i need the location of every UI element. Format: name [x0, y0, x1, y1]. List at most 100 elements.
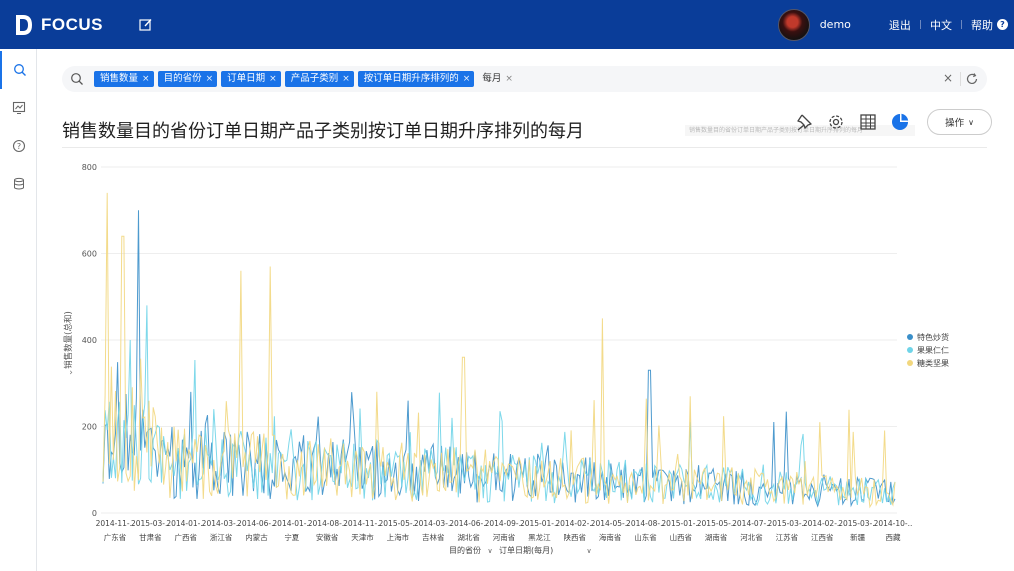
chevron-down-icon: ∨ — [586, 547, 591, 555]
svg-text:?: ? — [16, 142, 20, 151]
legend-label: 果果仁仁 — [917, 345, 949, 355]
chart-type-button[interactable] — [889, 111, 911, 133]
edit-icon[interactable] — [139, 18, 153, 32]
username[interactable]: demo — [820, 18, 851, 31]
x-province-tick-label: 黑龙江 — [528, 532, 551, 542]
search-token[interactable]: 按订单日期升序排列的 × — [357, 71, 475, 87]
x-province-tick-label: 江苏省 — [776, 532, 799, 542]
y-axis-label: 销售数量(总和) — [63, 311, 74, 369]
search-token[interactable]: 目的省份 × — [157, 71, 218, 87]
search-token[interactable]: 产品子类别 × — [284, 71, 354, 87]
help-circle-icon[interactable]: ? — [997, 19, 1008, 30]
question-icon: ? — [12, 139, 25, 153]
x-date-tick-label: 2014-03-.. — [414, 519, 453, 528]
language-switch[interactable]: 中文 — [922, 17, 960, 33]
x-date-tick-label: 2015-03-.. — [768, 519, 807, 528]
x-date-tick-label: 2015-05-.. — [697, 519, 736, 528]
chevron-down-icon: ∨ — [968, 117, 974, 127]
page-title: 销售数量目的省份订单日期产品子类别按订单日期升序排列的每月 — [62, 121, 584, 142]
y-tick-label: 0 — [92, 509, 97, 518]
x-date-tick-label: 2014-02-.. — [555, 519, 594, 528]
sidebar-item-dashboard[interactable] — [0, 89, 37, 127]
x-date-tick-label: 2014-03-.. — [202, 519, 241, 528]
logout-link[interactable]: 退出 — [881, 17, 919, 33]
sidebar-item-data[interactable] — [0, 165, 37, 203]
top-navigation-bar: FOCUS demo 退出 | 中文 | 帮助 ? — [0, 0, 1014, 49]
series-line-3 — [102, 192, 896, 509]
help-link[interactable]: 帮助 — [963, 17, 995, 33]
refresh-icon[interactable] — [965, 72, 979, 86]
x-province-tick-label: 陕西省 — [563, 532, 586, 542]
x-province-tick-label: 河南省 — [493, 532, 516, 542]
pin-icon — [797, 114, 812, 131]
x-axis-label-province: 目的省份 — [449, 545, 481, 555]
pie-chart-icon — [892, 113, 909, 130]
x-province-tick-label: 吉林省 — [422, 532, 445, 542]
line-chart: 0 200 400 600 800 销售数量(总和) › 2014-11-.. 2015-03-… — [37, 149, 1014, 571]
remove-token-icon[interactable]: × — [269, 71, 277, 87]
operate-dropdown[interactable]: 操作 ∨ — [927, 109, 992, 135]
x-date-tick-label: 2014-01-.. — [272, 519, 311, 528]
x-date-tick-label: 2014-06-.. — [449, 519, 488, 528]
search-token[interactable]: 订单日期 × — [221, 71, 281, 87]
clear-search-icon[interactable]: × — [943, 71, 953, 85]
main-content: 销售数量 × 目的省份 × 订单日期 × 产品子类别 × 按订单日期升序排列的 × 每月 × × 销售… — [37, 49, 1014, 571]
search-token[interactable]: 销售数量 × — [94, 71, 154, 87]
avatar[interactable] — [777, 8, 810, 41]
settings-button[interactable] — [825, 111, 847, 133]
x-province-tick-label: 新疆 — [850, 532, 865, 542]
y-tick-label: 800 — [82, 163, 97, 172]
x-date-tick-label: 2015-01-.. — [661, 519, 700, 528]
user-area: demo 退出 | 中文 | 帮助 ? — [777, 0, 1014, 49]
x-axis-label-date: 订单日期(每月) — [499, 545, 553, 555]
x-province-tick-label: 浙江省 — [210, 532, 233, 542]
x-date-tick-label: 2014-10-.. — [874, 519, 913, 528]
remove-token-icon[interactable]: × — [142, 71, 150, 87]
chevron-down-icon: ∨ — [487, 547, 492, 555]
x-province-tick-label: 天津市 — [351, 532, 374, 542]
x-province-tick-label: 山西省 — [670, 532, 693, 542]
chart-svg: 0200400600800销售数量(总和)›2014-11-..2015-03-… — [63, 163, 949, 555]
legend-label: 糖类坚果 — [917, 358, 949, 368]
table-view-button[interactable] — [857, 111, 879, 133]
remove-token-icon[interactable]: × — [342, 71, 350, 87]
x-province-tick-label: 上海市 — [387, 532, 410, 542]
y-axis-expand-icon: › — [69, 368, 73, 378]
remove-token-icon[interactable]: × — [505, 71, 513, 87]
remove-token-icon[interactable]: × — [206, 71, 214, 87]
x-date-tick-label: 2014-11-.. — [343, 519, 382, 528]
x-province-tick-label: 江西省 — [811, 532, 834, 542]
search-bar[interactable]: 销售数量 × 目的省份 × 订单日期 × 产品子类别 × 按订单日期升序排列的 × 每月 × × — [62, 66, 987, 92]
app-brand: FOCUS — [41, 14, 103, 34]
x-province-tick-label: 海南省 — [599, 532, 622, 542]
legend-marker[interactable] — [907, 360, 913, 366]
search-token-label: 订单日期 — [227, 73, 266, 84]
legend-marker[interactable] — [907, 334, 913, 340]
remove-token-icon[interactable]: × — [463, 71, 471, 87]
app-logo[interactable]: FOCUS — [14, 14, 103, 36]
x-date-tick-label: 2015-03-.. — [838, 519, 877, 528]
pin-button[interactable] — [793, 111, 815, 133]
sidebar-item-help[interactable]: ? — [0, 127, 37, 165]
x-date-tick-label: 2014-02-.. — [803, 519, 842, 528]
sidebar-item-search[interactable] — [0, 51, 37, 89]
x-date-tick-label: 2014-06-.. — [237, 519, 276, 528]
x-province-tick-label: 湖北省 — [457, 532, 480, 542]
x-date-tick-label: 2014-09-.. — [485, 519, 524, 528]
x-province-tick-label: 西藏 — [886, 532, 901, 542]
search-icon — [71, 73, 83, 85]
search-token-label: 按订单日期升序排列的 — [363, 73, 459, 84]
operate-label: 操作 — [945, 118, 965, 129]
x-province-tick-label: 宁夏 — [284, 532, 299, 542]
x-date-tick-label: 2015-05-.. — [379, 519, 418, 528]
title-divider — [62, 147, 987, 148]
legend-marker[interactable] — [907, 347, 913, 353]
left-sidebar: ? — [0, 49, 37, 571]
search-token[interactable]: 每月 × — [478, 71, 517, 87]
x-date-tick-label: 2014-07-.. — [732, 519, 771, 528]
x-date-tick-label: 2015-01-.. — [520, 519, 559, 528]
y-tick-label: 600 — [82, 250, 97, 259]
chart-toolbar: 操作 ∨ — [793, 109, 992, 135]
gear-icon — [829, 115, 843, 129]
divider — [960, 72, 961, 86]
